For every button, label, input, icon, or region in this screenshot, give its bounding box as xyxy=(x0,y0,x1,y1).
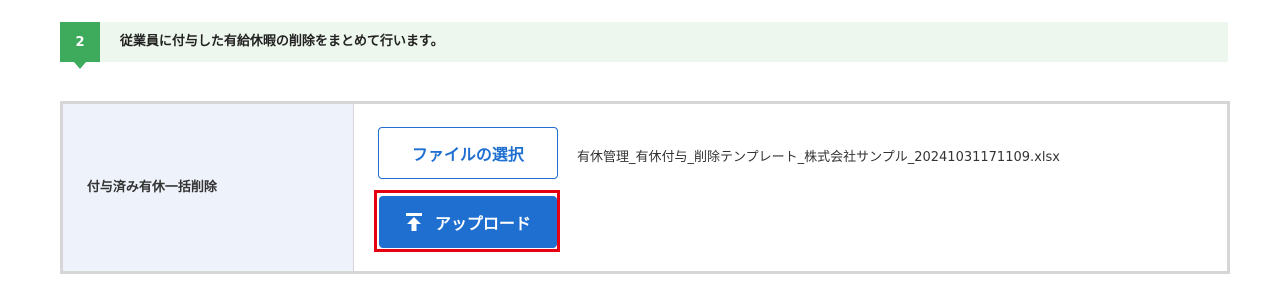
form-value-cell: ファイルの選択 有休管理_有休付与_削除テンプレート_株式会社サンプル_2024… xyxy=(354,104,1227,271)
upload-icon xyxy=(405,212,423,232)
step-number-badge: 2 xyxy=(60,22,100,62)
step-badge-tail xyxy=(74,62,86,69)
upload-button[interactable]: アップロード xyxy=(379,196,557,248)
selected-file-name: 有休管理_有休付与_削除テンプレート_株式会社サンプル_202410311711… xyxy=(577,150,1060,165)
upload-button-label: アップロード xyxy=(434,214,531,233)
form-row-label: 付与済み有休一括削除 xyxy=(87,180,218,195)
file-select-button[interactable]: ファイルの選択 xyxy=(378,127,558,179)
step-description: 従業員に付与した有給休暇の削除をまとめて行います。 xyxy=(120,34,444,49)
bulk-delete-form-table: 付与済み有休一括削除 ファイルの選択 有休管理_有休付与_削除テンプレート_株式… xyxy=(60,101,1230,274)
form-label-cell: 付与済み有休一括削除 xyxy=(63,104,354,271)
